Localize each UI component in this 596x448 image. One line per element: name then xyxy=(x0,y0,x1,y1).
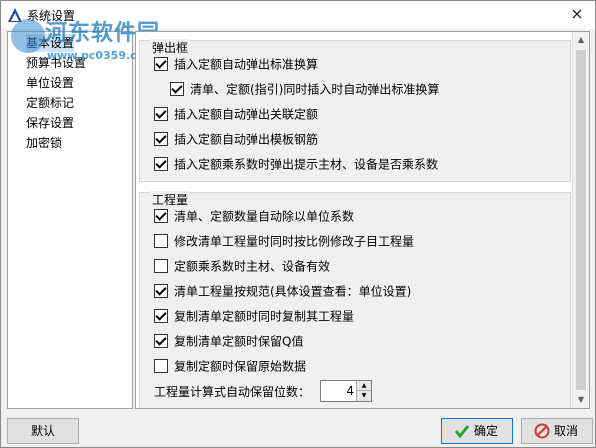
default-button[interactable]: 默认 xyxy=(7,418,79,444)
option-copy-keep-q[interactable]: 复制清单定额时保留Q值 xyxy=(154,332,303,350)
option-quantity-by-spec[interactable]: 清单工程量按规范(具体设置查看：单位设置) xyxy=(154,282,411,300)
popup-group: 弹出框 插入定额自动弹出标准换算 清单、定额(指引)同时插入时自动弹出标准换算 … xyxy=(139,39,571,182)
checkbox[interactable] xyxy=(154,56,168,71)
sidebar-item-units[interactable]: 单位设置 xyxy=(26,74,74,92)
scroll-down-icon[interactable]: ▼ xyxy=(573,392,589,408)
option-copy-with-quantity[interactable]: 复制清单定额时同时复制其工程量 xyxy=(154,307,354,325)
settings-panel: 弹出框 插入定额自动弹出标准换算 清单、定额(指引)同时插入时自动弹出标准换算 … xyxy=(135,31,590,409)
sidebar-item-budget[interactable]: 预算书设置 xyxy=(26,54,86,72)
checkmark-icon xyxy=(454,425,470,439)
stepper-down-icon[interactable]: ▼ xyxy=(356,391,371,401)
checkbox[interactable] xyxy=(154,233,168,248)
close-button[interactable]: × xyxy=(559,1,595,29)
checkbox[interactable] xyxy=(154,156,168,171)
checkbox[interactable] xyxy=(170,81,184,96)
checkbox[interactable] xyxy=(154,131,168,146)
option-list-quota-conversion[interactable]: 清单、定额(指引)同时插入时自动弹出标准换算 xyxy=(170,80,439,98)
checkbox[interactable] xyxy=(154,308,168,323)
decimals-label: 工程量计算式自动保留位数： xyxy=(154,385,311,399)
ok-button[interactable]: 确定 xyxy=(441,418,513,444)
checkbox[interactable] xyxy=(154,258,168,273)
checkbox[interactable] xyxy=(154,358,168,373)
vertical-scrollbar[interactable]: ▲ ▼ xyxy=(572,32,589,408)
scroll-thumb[interactable] xyxy=(576,50,586,390)
app-logo-icon xyxy=(8,8,22,22)
checkbox[interactable] xyxy=(154,283,168,298)
quantity-group: 工程量 清单、定额数量自动除以单位系数 修改清单工程量时同时按比例修改子目工程量… xyxy=(139,191,571,408)
title-bar: 系统设置 × xyxy=(1,1,595,29)
sidebar-item-save[interactable]: 保存设置 xyxy=(26,114,74,132)
close-icon[interactable]: × xyxy=(570,4,583,23)
option-auto-related-quota[interactable]: 插入定额自动弹出关联定额 xyxy=(154,105,318,123)
cancel-button[interactable]: 取消 xyxy=(521,418,593,444)
scroll-up-icon[interactable]: ▲ xyxy=(573,32,589,48)
option-auto-template-rebar[interactable]: 插入定额自动弹出模板钢筋 xyxy=(154,130,318,148)
option-coefficient-materials-valid[interactable]: 定额乘系数时主材、设备有效 xyxy=(154,257,330,275)
settings-dialog: 系统设置 × 基本设置 预算书设置 单位设置 定额标记 保存设置 加密锁 河东软… xyxy=(0,0,596,448)
option-coefficient-prompt[interactable]: 插入定额乘系数时弹出提示主材、设备是否乘系数 xyxy=(154,155,438,173)
checkbox[interactable] xyxy=(154,208,168,223)
option-proportional-sub-quantity[interactable]: 修改清单工程量时同时按比例修改子目工程量 xyxy=(154,232,414,250)
popup-group-title: 弹出框 xyxy=(150,39,191,56)
option-copy-keep-original[interactable]: 复制定额时保留原始数据 xyxy=(154,357,306,375)
sidebar-item-basic[interactable]: 基本设置 xyxy=(26,34,75,52)
decimals-value[interactable]: 4 xyxy=(321,381,354,401)
stepper-up-icon[interactable]: ▲ xyxy=(356,381,371,391)
option-divide-unit-coefficient[interactable]: 清单、定额数量自动除以单位系数 xyxy=(154,207,354,225)
option-auto-standard-conversion[interactable]: 插入定额自动弹出标准换算 xyxy=(154,55,318,73)
cancel-icon xyxy=(534,423,550,439)
checkbox[interactable] xyxy=(154,106,168,121)
sidebar: 基本设置 预算书设置 单位设置 定额标记 保存设置 加密锁 xyxy=(7,31,133,409)
checkbox[interactable] xyxy=(154,333,168,348)
sidebar-item-quota-mark[interactable]: 定额标记 xyxy=(26,94,74,112)
window-title: 系统设置 xyxy=(27,9,76,23)
sidebar-item-lock[interactable]: 加密锁 xyxy=(26,134,62,152)
quantity-group-title: 工程量 xyxy=(150,191,191,208)
decimals-stepper[interactable]: 4 ▲ ▼ xyxy=(320,380,372,402)
